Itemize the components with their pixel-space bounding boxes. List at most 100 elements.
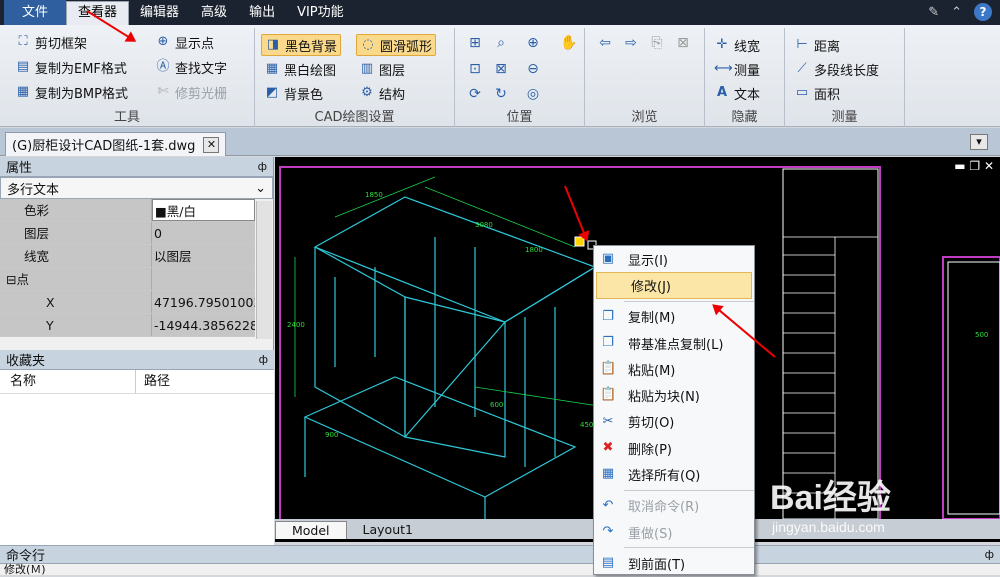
text-icon: A <box>716 85 728 100</box>
group-title-cad: CAD绘图设置 <box>314 110 395 125</box>
menu-item-label: 复制(M) <box>628 311 676 327</box>
context-menu-item[interactable]: ✖ 删除(P) <box>594 435 754 461</box>
distance-icon: ⊢ <box>796 37 808 52</box>
context-menu-item[interactable]: ▣ 显示(I) <box>594 246 754 272</box>
context-menu-item[interactable]: ❐ 复制(M) <box>594 304 754 330</box>
forward-arrow-icon[interactable]: ⇨ <box>621 33 641 53</box>
page-icon[interactable]: ⎘ <box>647 33 667 53</box>
ribbon: ⛶ 剪切框架 ▤ 复制为EMF格式 ▦ 复制为BMP格式 ⊕ 显示点 Ⓐ 查找文字 ✄ 修剪… <box>0 25 1000 127</box>
group-position: ⊞ ⌕ ⊕ ✋ ⊡ ⊠ ⊖ ⟳ ↻ ◎ 位置 <box>455 28 585 127</box>
window-icons: ✎ ⌃ ? <box>928 3 992 21</box>
context-menu-item[interactable]: ❐ 带基准点复制(L) <box>594 330 754 356</box>
distance-button[interactable]: ⊢ 距离 <box>791 34 843 56</box>
orbit-icon[interactable]: ◎ <box>523 84 543 104</box>
menu-item-label: 显示(I) <box>628 253 668 269</box>
polyline-length-button[interactable]: ⟋ 多段线长度 <box>791 58 882 80</box>
object-type-select[interactable]: 多行文本 ⌄ <box>0 177 273 199</box>
property-value <box>152 268 255 290</box>
polyline-icon: ⟋ <box>797 61 807 76</box>
tab-dropdown-icon[interactable]: ▾ <box>970 134 988 150</box>
menu-item-icon: ▣ <box>601 251 615 266</box>
pin-icon[interactable]: ф <box>258 160 267 173</box>
context-menu-item[interactable]: ✂ 剪切(O) <box>594 409 754 435</box>
linewidth-button[interactable]: ✛ 线宽 <box>711 34 763 56</box>
layer-button[interactable]: ▥ 图层 <box>356 58 408 80</box>
layer-icon: ▥ <box>360 61 374 76</box>
property-row[interactable]: X47196.795010032 <box>0 291 255 314</box>
menu-output[interactable]: 输出 <box>238 0 286 25</box>
bw-drawing-button[interactable]: ▦ 黑白绘图 <box>261 58 339 80</box>
context-menu-item[interactable]: 📋 粘贴(M) <box>594 356 754 382</box>
context-menu-item[interactable]: ↷ 重做(S) <box>594 519 754 545</box>
group-title-tools: 工具 <box>113 110 140 125</box>
edit-icon[interactable]: ✎ <box>928 5 939 20</box>
menu-file[interactable]: 文件 <box>4 0 67 25</box>
help-icon[interactable]: ? <box>974 3 992 21</box>
trim-icon: ✄ <box>157 84 169 99</box>
bg-color-button[interactable]: ◩ 背景色 <box>261 82 326 104</box>
zoom-extents-icon[interactable]: ⌕ <box>491 33 511 53</box>
menu-vip[interactable]: VIP功能 <box>286 0 355 25</box>
pin-icon[interactable]: ф <box>259 353 268 366</box>
property-row[interactable]: ⊟点 <box>0 268 255 291</box>
trim-raster-button[interactable]: ✄ 修剪光栅 <box>152 81 230 103</box>
copy-emf-button[interactable]: ▤ 复制为EMF格式 <box>12 56 130 78</box>
property-row[interactable]: 图层 0 <box>0 222 255 245</box>
group-browse: ⇦ ⇨ ⎘ ⊠ 浏览 <box>585 28 705 127</box>
tab-layout1[interactable]: Layout1 <box>347 521 429 539</box>
fit-icon[interactable]: ⊡ <box>465 59 485 79</box>
smooth-arc-button[interactable]: ◌ 圆滑弧形 <box>356 34 437 56</box>
page-close-icon[interactable]: ⊠ <box>673 33 693 53</box>
svg-text:3080: 3080 <box>475 221 493 229</box>
tab-model[interactable]: Model <box>275 521 347 539</box>
area-button[interactable]: ▭ 面积 <box>791 82 843 104</box>
menu-editor[interactable]: 编辑器 <box>129 0 190 25</box>
menu-item-label: 修改(J) <box>631 279 671 295</box>
close-tab-icon[interactable]: ✕ <box>203 136 220 153</box>
property-row[interactable]: 线宽 以图层 <box>0 245 255 268</box>
context-menu-item[interactable]: 📋 粘贴为块(N) <box>594 382 754 408</box>
back-arrow-icon[interactable]: ⇦ <box>595 33 615 53</box>
crop-frame-button[interactable]: ⛶ 剪切框架 <box>12 31 90 53</box>
black-background-button[interactable]: ◨ 黑色背景 <box>261 34 342 56</box>
minimize-ribbon-icon[interactable]: ⌃ <box>951 5 962 20</box>
context-menu: ▣ 显示(I) 修改(J) ❐ 复制(M) ❐ 带基准点复制(L) 📋 粘贴(M) 📋 粘贴为块(N… <box>593 245 755 575</box>
measure-toggle-button[interactable]: ⟷ 测量 <box>711 58 763 80</box>
3d-view-icon[interactable]: ⟳ <box>465 84 485 104</box>
chevron-down-icon: ⌄ <box>255 180 266 196</box>
property-row[interactable]: Y-14944.385622885 <box>0 314 255 337</box>
group-measure: ⊢ 距离 ⟋ 多段线长度 ▭ 面积 测量 <box>785 28 905 127</box>
svg-text:500: 500 <box>975 331 988 339</box>
context-menu-item[interactable]: ↶ 取消命令(R) <box>594 493 754 519</box>
menu-advanced[interactable]: 高级 <box>190 0 238 25</box>
col-path[interactable]: 路径 <box>136 370 170 393</box>
property-key: ⊟点 <box>0 268 152 290</box>
context-menu-item[interactable]: ▤ 到前面(T) <box>594 550 754 576</box>
property-value[interactable]: ■黑/白 <box>152 199 255 221</box>
fit-all-icon[interactable]: ⊠ <box>491 59 511 79</box>
rotate-icon[interactable]: ↻ <box>491 84 511 104</box>
show-points-button[interactable]: ⊕ 显示点 <box>152 31 217 53</box>
arc-icon: ◌ <box>362 37 374 52</box>
context-menu-item[interactable]: 修改(J) <box>596 272 752 299</box>
text-toggle-button[interactable]: A 文本 <box>711 82 763 104</box>
structure-button[interactable]: ⚙ 结构 <box>356 82 408 104</box>
copy-bmp-button[interactable]: ▦ 复制为BMP格式 <box>12 81 131 103</box>
properties-scrollbar[interactable] <box>256 201 272 339</box>
zoom-out-icon[interactable]: ⊖ <box>523 59 543 79</box>
menu-item-label: 带基准点复制(L) <box>628 337 724 353</box>
context-menu-item[interactable]: ▦ 选择所有(Q) <box>594 461 754 487</box>
property-row[interactable]: 色彩 ■黑/白 <box>0 199 255 222</box>
zoom-in-icon[interactable]: ⊕ <box>523 33 543 53</box>
crosshair-icon: ⊕ <box>157 34 169 49</box>
zoom-window-icon[interactable]: ⊞ <box>465 33 485 53</box>
pan-hand-icon[interactable]: ✋ <box>559 33 579 53</box>
canvas-window-controls[interactable]: ▬ ❐ ✕ <box>954 159 994 173</box>
document-tabs: (G)厨柜设计CAD图纸-1套.dwg ✕ ▾ <box>0 128 1000 156</box>
document-tab[interactable]: (G)厨柜设计CAD图纸-1套.dwg ✕ <box>5 132 227 156</box>
baidu-watermark: Bai经验 jingyan.baidu.com <box>770 479 891 535</box>
col-name[interactable]: 名称 <box>0 370 136 393</box>
find-text-button[interactable]: Ⓐ 查找文字 <box>152 56 230 78</box>
menu-viewer[interactable]: 查看器 <box>66 1 130 25</box>
menu-item-icon: ❐ <box>602 334 614 350</box>
